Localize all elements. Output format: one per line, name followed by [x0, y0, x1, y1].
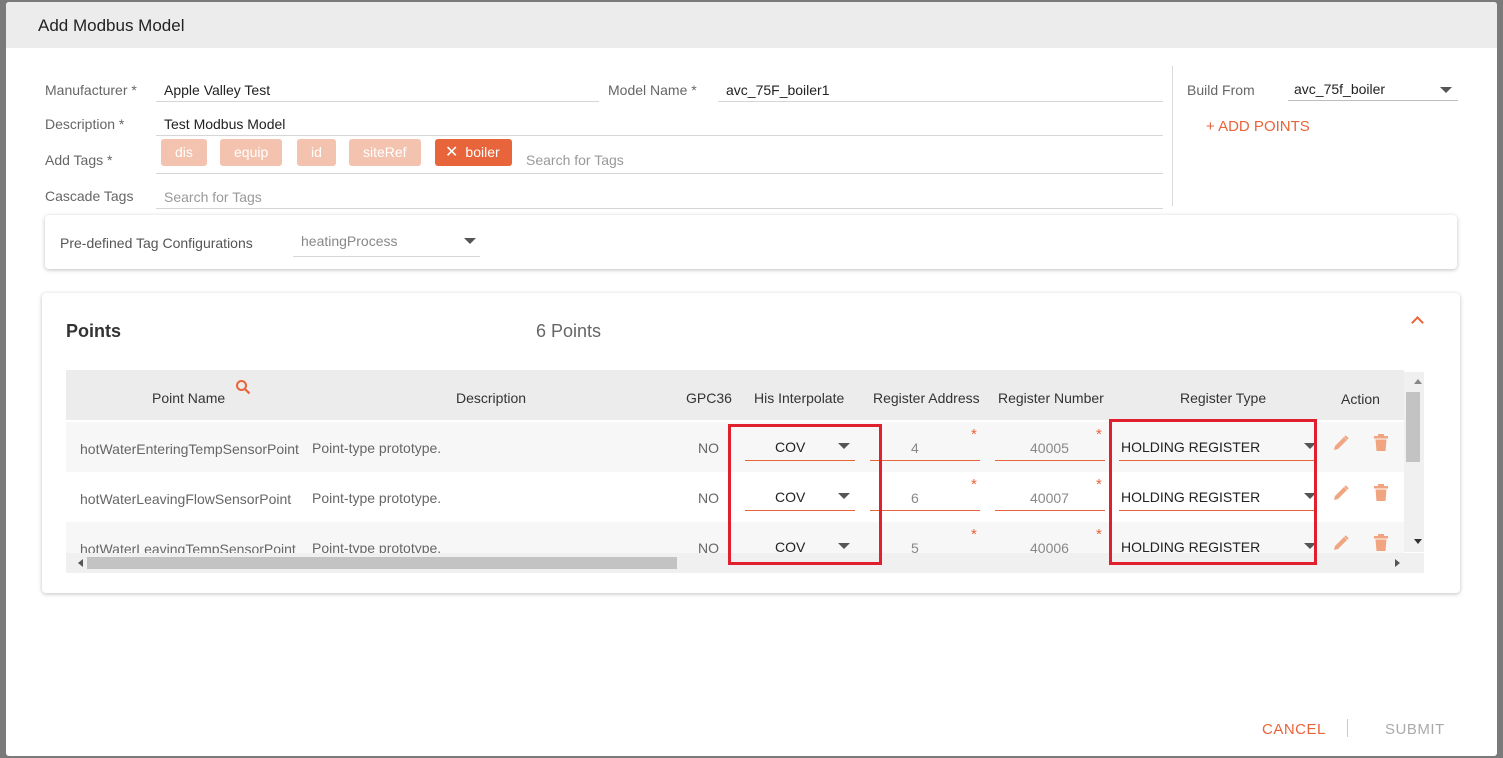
build-from-underline — [1288, 100, 1458, 101]
dialog-header: Add Modbus Model — [6, 2, 1497, 48]
vertical-divider — [1172, 66, 1173, 206]
tag-chip-dis[interactable]: dis — [161, 139, 207, 166]
description-input[interactable]: Test Modbus Model — [164, 116, 285, 132]
footer-divider — [1347, 719, 1348, 737]
address-underline — [870, 510, 980, 511]
delete-trash-icon[interactable] — [1373, 484, 1389, 502]
register-address-input[interactable]: 6 — [911, 490, 919, 506]
gpc36-cell: NO — [698, 490, 719, 506]
manufacturer-label: Manufacturer * — [45, 82, 137, 98]
build-from-chevron-down-icon[interactable] — [1440, 87, 1452, 93]
col-register-number: Register Number — [998, 390, 1104, 406]
tag-chip-equip[interactable]: equip — [220, 139, 283, 166]
remove-tag-icon[interactable]: ✕ — [445, 139, 458, 166]
scroll-up-arrow-icon[interactable] — [1414, 379, 1422, 384]
delete-trash-icon[interactable] — [1373, 434, 1389, 452]
model-name-underline — [718, 101, 1163, 102]
model-name-label: Model Name * — [608, 82, 697, 98]
add-tags-label: Add Tags * — [45, 152, 113, 168]
scroll-right-arrow-icon[interactable] — [1395, 559, 1400, 567]
address-underline — [870, 460, 980, 461]
tag-chip-boiler-label: boiler — [465, 144, 500, 160]
build-from-select[interactable]: avc_75f_boiler — [1294, 81, 1385, 97]
number-underline — [995, 510, 1105, 511]
register-number-input[interactable]: 40007 — [1030, 490, 1069, 506]
points-title: Points — [66, 321, 122, 341]
tag-chip-id[interactable]: id — [297, 139, 336, 166]
tag-chip-siteref[interactable]: siteRef — [349, 139, 421, 166]
required-mark: * — [1096, 526, 1102, 543]
edit-pencil-icon[interactable] — [1332, 534, 1350, 552]
scroll-down-arrow-icon[interactable] — [1414, 539, 1422, 544]
cancel-button[interactable]: CANCEL — [1262, 721, 1326, 738]
col-action: Action — [1341, 391, 1380, 407]
point-name-cell: hotWaterLeavingTempSensorPoint — [80, 541, 296, 553]
gpc36-cell: NO — [698, 440, 719, 456]
predefined-chevron-down-icon[interactable] — [464, 238, 476, 244]
description-underline — [156, 135, 1163, 136]
number-underline — [995, 460, 1105, 461]
highlight-box-register-type — [1109, 419, 1317, 565]
col-gpc36: GPC36 — [686, 390, 732, 406]
dialog-title: Add Modbus Model — [38, 16, 185, 35]
horizontal-scroll-thumb[interactable] — [87, 557, 677, 569]
predefined-config-label: Pre-defined Tag Configurations — [60, 235, 253, 251]
vertical-scroll-thumb[interactable] — [1406, 392, 1420, 462]
model-name-input[interactable]: avc_75F_boiler1 — [726, 82, 830, 98]
col-point-name[interactable]: Point Name — [152, 390, 225, 406]
add-points-button[interactable]: + ADD POINTS — [1206, 118, 1310, 135]
col-description: Description — [456, 390, 527, 406]
tag-chip-boiler[interactable]: ✕ boiler — [435, 139, 512, 166]
point-description-cell: Point-type prototype. — [312, 540, 442, 553]
points-count: 6 Points — [536, 321, 602, 341]
register-address-input[interactable]: 4 — [911, 440, 919, 456]
scroll-left-arrow-icon[interactable] — [78, 559, 83, 567]
search-icon[interactable] — [235, 379, 251, 395]
point-name-cell: hotWaterLeavingFlowSensorPoint — [80, 491, 292, 507]
highlight-box-his-interpolate — [728, 424, 882, 565]
edit-pencil-icon[interactable] — [1332, 434, 1350, 452]
tag-search-input[interactable]: Search for Tags — [526, 152, 624, 168]
col-register-type: Register Type — [1180, 390, 1267, 406]
predefined-config-select[interactable]: heatingProcess — [301, 233, 398, 249]
manufacturer-underline — [156, 101, 599, 102]
cascade-tags-input[interactable]: Search for Tags — [164, 189, 262, 205]
register-number-input[interactable]: 40005 — [1030, 440, 1069, 456]
add-tags-underline — [156, 173, 1163, 174]
manufacturer-input[interactable]: Apple Valley Test — [164, 82, 270, 98]
point-description-cell: Point-type prototype. — [312, 440, 442, 456]
required-mark: * — [971, 476, 977, 493]
delete-trash-icon[interactable] — [1373, 534, 1389, 552]
cascade-tags-underline — [156, 208, 1163, 209]
predefined-underline — [293, 256, 480, 257]
predefined-config-card — [45, 215, 1457, 269]
point-name-cell: hotWaterEnteringTempSensorPoint — [80, 441, 299, 457]
col-register-address: Register Address — [873, 390, 980, 406]
col-his-interpolate: His Interpolate — [754, 390, 845, 406]
required-mark: * — [1096, 476, 1102, 493]
required-mark: * — [971, 526, 977, 543]
required-mark: * — [1096, 426, 1102, 443]
required-mark: * — [971, 426, 977, 443]
build-from-label: Build From — [1187, 82, 1255, 98]
submit-button[interactable]: SUBMIT — [1385, 721, 1445, 738]
description-label: Description * — [45, 116, 125, 132]
cascade-tags-label: Cascade Tags — [45, 188, 134, 204]
point-description-cell: Point-type prototype. — [312, 490, 442, 506]
edit-pencil-icon[interactable] — [1332, 484, 1350, 502]
